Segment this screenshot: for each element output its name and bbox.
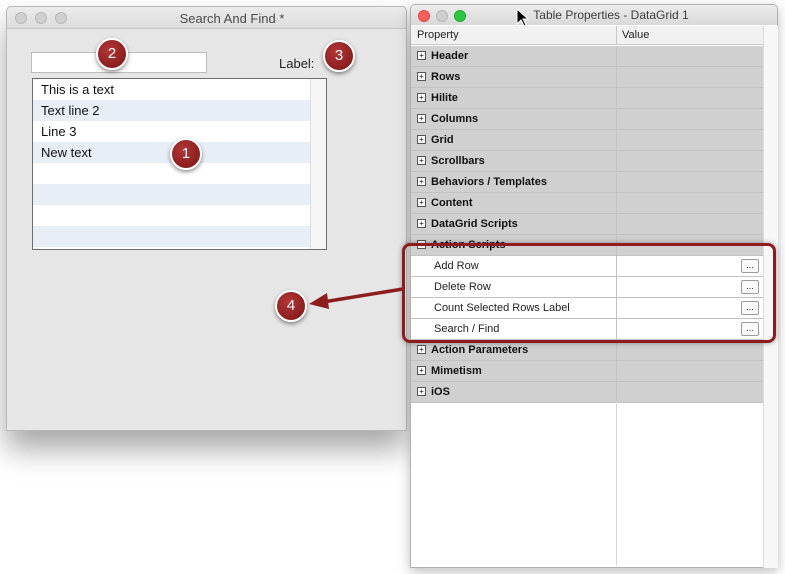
column-divider xyxy=(616,67,617,87)
section-row-behaviors[interactable]: + Behaviors / Templates xyxy=(411,172,763,193)
section-row-scrollbars[interactable]: + Scrollbars xyxy=(411,151,763,172)
column-divider xyxy=(616,340,617,360)
annotation-badge-2: 2 xyxy=(96,38,128,70)
annotation-badge-3: 3 xyxy=(323,40,355,72)
section-label: Action Parameters xyxy=(431,344,529,356)
right-window-titlebar[interactable]: Table Properties - DataGrid 1 xyxy=(411,5,777,25)
column-divider xyxy=(616,401,617,566)
zoom-button[interactable] xyxy=(454,10,466,22)
section-row-action-parameters[interactable]: + Action Parameters xyxy=(411,340,763,361)
datagrid-row[interactable] xyxy=(33,163,311,184)
column-divider xyxy=(616,214,617,234)
value-column-header[interactable]: Value xyxy=(622,29,649,41)
expand-icon[interactable]: + xyxy=(417,219,426,228)
expand-icon[interactable]: + xyxy=(417,198,426,207)
expand-icon[interactable]: + xyxy=(417,366,426,375)
column-divider xyxy=(616,88,617,108)
column-divider xyxy=(616,382,617,402)
right-window-title: Table Properties - DataGrid 1 xyxy=(533,8,689,22)
expand-icon[interactable]: + xyxy=(417,72,426,81)
property-table-header: Property Value xyxy=(411,26,763,45)
mouse-pointer-icon xyxy=(516,8,530,27)
datagrid-row[interactable]: Text line 2 xyxy=(33,100,311,121)
close-button[interactable] xyxy=(418,10,430,22)
section-row-grid[interactable]: + Grid xyxy=(411,130,763,151)
action-scripts-highlight-box xyxy=(402,243,776,343)
section-label: Behaviors / Templates xyxy=(431,176,547,188)
datagrid-row[interactable]: Line 3 xyxy=(33,121,311,142)
section-label: Columns xyxy=(431,113,479,125)
section-label: Mimetism xyxy=(431,365,482,377)
section-label: Scrollbars xyxy=(431,155,485,167)
column-divider xyxy=(616,361,617,381)
section-row-hilite[interactable]: + Hilite xyxy=(411,88,763,109)
expand-icon[interactable]: + xyxy=(417,114,426,123)
column-divider xyxy=(616,46,617,66)
minimize-button[interactable] xyxy=(35,12,47,24)
section-row-content[interactable]: + Content xyxy=(411,193,763,214)
expand-icon[interactable]: + xyxy=(417,177,426,186)
close-button[interactable] xyxy=(15,12,27,24)
datagrid-row[interactable] xyxy=(33,205,311,226)
expand-icon[interactable]: + xyxy=(417,156,426,165)
datagrid-scrollbar[interactable] xyxy=(310,79,326,249)
column-divider xyxy=(616,172,617,192)
left-window-title: Search And Find * xyxy=(179,11,285,26)
minimize-button[interactable] xyxy=(436,10,448,22)
datagrid-row[interactable] xyxy=(33,226,311,247)
expand-icon[interactable]: + xyxy=(417,51,426,60)
section-label: Content xyxy=(431,197,473,209)
datagrid-row[interactable]: This is a text xyxy=(33,79,311,100)
section-label: iOS xyxy=(431,386,450,398)
expand-icon[interactable]: + xyxy=(417,387,426,396)
section-label: Header xyxy=(431,50,469,62)
column-divider xyxy=(616,130,617,150)
left-window-titlebar[interactable]: Search And Find * xyxy=(7,7,406,29)
section-label: Rows xyxy=(431,71,461,83)
property-column-header[interactable]: Property xyxy=(417,29,459,41)
section-label: Hilite xyxy=(431,92,458,104)
section-row-datagrid-scripts[interactable]: + DataGrid Scripts xyxy=(411,214,763,235)
section-row-mimetism[interactable]: + Mimetism xyxy=(411,361,763,382)
section-row-header[interactable]: + Header xyxy=(411,46,763,67)
count-label: Label: xyxy=(279,56,315,71)
annotation-arrow xyxy=(309,287,405,309)
datagrid-row[interactable] xyxy=(33,184,311,205)
expand-icon[interactable]: + xyxy=(417,93,426,102)
section-row-ios[interactable]: + iOS xyxy=(411,382,763,403)
expand-icon[interactable]: + xyxy=(417,135,426,144)
column-divider xyxy=(616,193,617,213)
expand-icon[interactable]: + xyxy=(417,345,426,354)
annotation-badge-4: 4 xyxy=(275,290,307,322)
zoom-button[interactable] xyxy=(55,12,67,24)
column-divider[interactable] xyxy=(616,26,617,44)
section-row-rows[interactable]: + Rows xyxy=(411,67,763,88)
section-row-columns[interactable]: + Columns xyxy=(411,109,763,130)
section-label: Grid xyxy=(431,134,454,146)
column-divider xyxy=(616,151,617,171)
column-divider xyxy=(616,109,617,129)
section-label: DataGrid Scripts xyxy=(431,218,518,230)
annotation-badge-1: 1 xyxy=(170,138,202,170)
